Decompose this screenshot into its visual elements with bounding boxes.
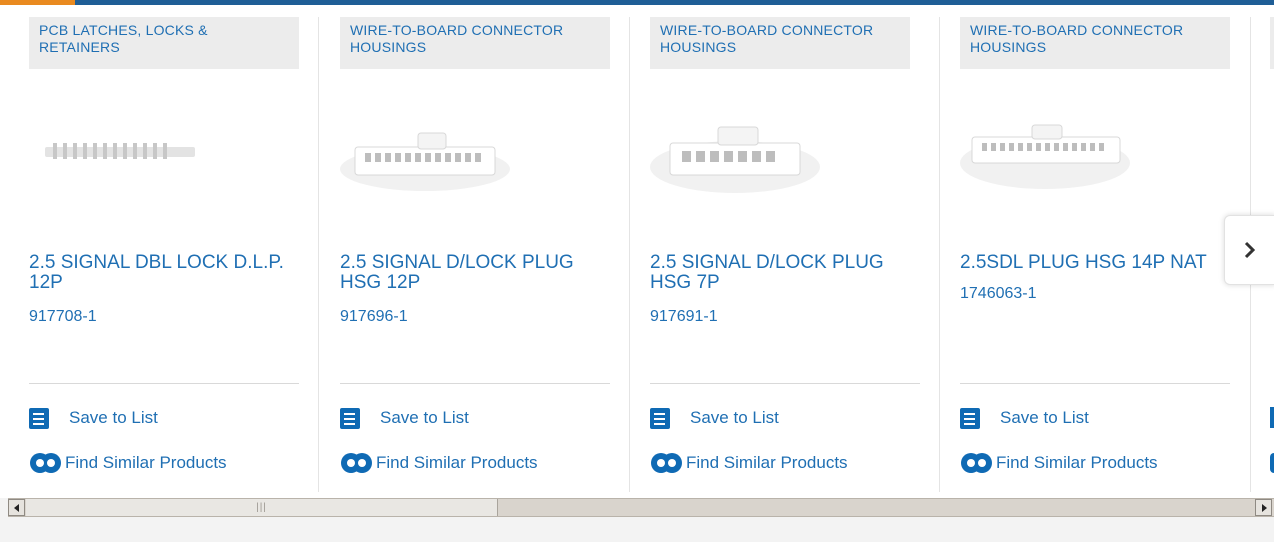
product-category[interactable]: WIRE-TO-BOARD CONNECTOR HOUSINGS (960, 17, 1230, 69)
page-footer-area (0, 517, 1274, 542)
product-card: WIRE-TO-BOARD CONNECTOR HOUSINGS 2.5 SIG… (340, 5, 610, 492)
carousel-next-button[interactable] (1224, 215, 1274, 285)
gears-icon (651, 453, 682, 473)
chevron-right-icon (1244, 241, 1256, 259)
product-image[interactable] (39, 133, 229, 223)
gears-icon (30, 453, 61, 473)
checklist-icon (650, 407, 670, 429)
find-similar-button[interactable]: Find Similar Products (960, 450, 1158, 476)
find-similar-label: Find Similar Products (996, 453, 1158, 472)
checklist-icon (960, 407, 980, 429)
product-image[interactable] (960, 115, 1150, 205)
product-title[interactable]: 2.5 SIGNAL D/LOCK PLUG HSG 12P (340, 253, 615, 293)
product-title[interactable]: 2.5SDL PLUG HSG 14P NAT (960, 253, 1235, 273)
product-category[interactable]: PCB LATCHES, LOCKS & RETAINERS (29, 17, 299, 69)
scrollbar-thumb[interactable]: ||| (26, 499, 498, 516)
horizontal-scrollbar[interactable]: ||| (8, 498, 1274, 517)
find-similar-button[interactable]: Find Similar Products (650, 450, 848, 476)
grip-icon: ||| (256, 502, 267, 513)
find-similar-label: Find Similar Products (686, 453, 848, 472)
product-card: PCB LATCHES, LOCKS & RETAINERS 2.5 SIGNA… (29, 5, 299, 492)
save-to-list-button[interactable]: Save to List (29, 405, 158, 431)
next-card-peek (1270, 17, 1274, 69)
save-to-list-label: Save to List (690, 408, 779, 427)
product-image[interactable] (650, 115, 840, 205)
gears-icon (961, 453, 992, 473)
next-card-peek-icon (1270, 453, 1274, 473)
product-category[interactable]: WIRE-TO-BOARD CONNECTOR HOUSINGS (340, 17, 610, 69)
find-similar-button[interactable]: Find Similar Products (29, 450, 227, 476)
save-to-list-button[interactable]: Save to List (650, 405, 779, 431)
gears-icon (341, 453, 372, 473)
save-to-list-label: Save to List (380, 408, 469, 427)
product-title[interactable]: 2.5 SIGNAL D/LOCK PLUG HSG 7P (650, 253, 925, 293)
find-similar-label: Find Similar Products (376, 453, 538, 472)
product-category[interactable]: WIRE-TO-BOARD CONNECTOR HOUSINGS (650, 17, 910, 69)
card-divider (939, 17, 940, 492)
product-part-number[interactable]: 917696-1 (340, 308, 408, 326)
product-part-number[interactable]: 917708-1 (29, 308, 97, 326)
scroll-right-arrow-icon (1261, 503, 1267, 512)
scroll-left-button[interactable] (8, 499, 25, 516)
product-card: WIRE-TO-BOARD CONNECTOR HOUSINGS 2.5 SIG… (650, 5, 920, 492)
save-to-list-label: Save to List (69, 408, 158, 427)
card-separator (29, 383, 299, 384)
scroll-right-button[interactable] (1255, 499, 1272, 516)
next-card-peek-icon (1270, 407, 1274, 428)
product-title[interactable]: 2.5 SIGNAL DBL LOCK D.L.P. 12P (29, 253, 304, 293)
scrollbar-gutter (0, 498, 8, 517)
card-separator (650, 383, 920, 384)
scroll-left-arrow-icon (13, 503, 19, 512)
save-to-list-label: Save to List (1000, 408, 1089, 427)
card-divider (318, 17, 319, 492)
card-separator (340, 383, 610, 384)
product-part-number[interactable]: 1746063-1 (960, 285, 1037, 303)
checklist-icon (29, 407, 49, 429)
card-separator (960, 383, 1230, 384)
find-similar-button[interactable]: Find Similar Products (340, 450, 538, 476)
checklist-icon (340, 407, 360, 429)
save-to-list-button[interactable]: Save to List (340, 405, 469, 431)
product-card: WIRE-TO-BOARD CONNECTOR HOUSINGS 2.5SDL … (960, 5, 1230, 492)
find-similar-label: Find Similar Products (65, 453, 227, 472)
product-carousel: PCB LATCHES, LOCKS & RETAINERS 2.5 SIGNA… (0, 5, 1274, 492)
card-divider (629, 17, 630, 492)
product-part-number[interactable]: 917691-1 (650, 308, 718, 326)
product-image[interactable] (340, 117, 530, 207)
save-to-list-button[interactable]: Save to List (960, 405, 1089, 431)
